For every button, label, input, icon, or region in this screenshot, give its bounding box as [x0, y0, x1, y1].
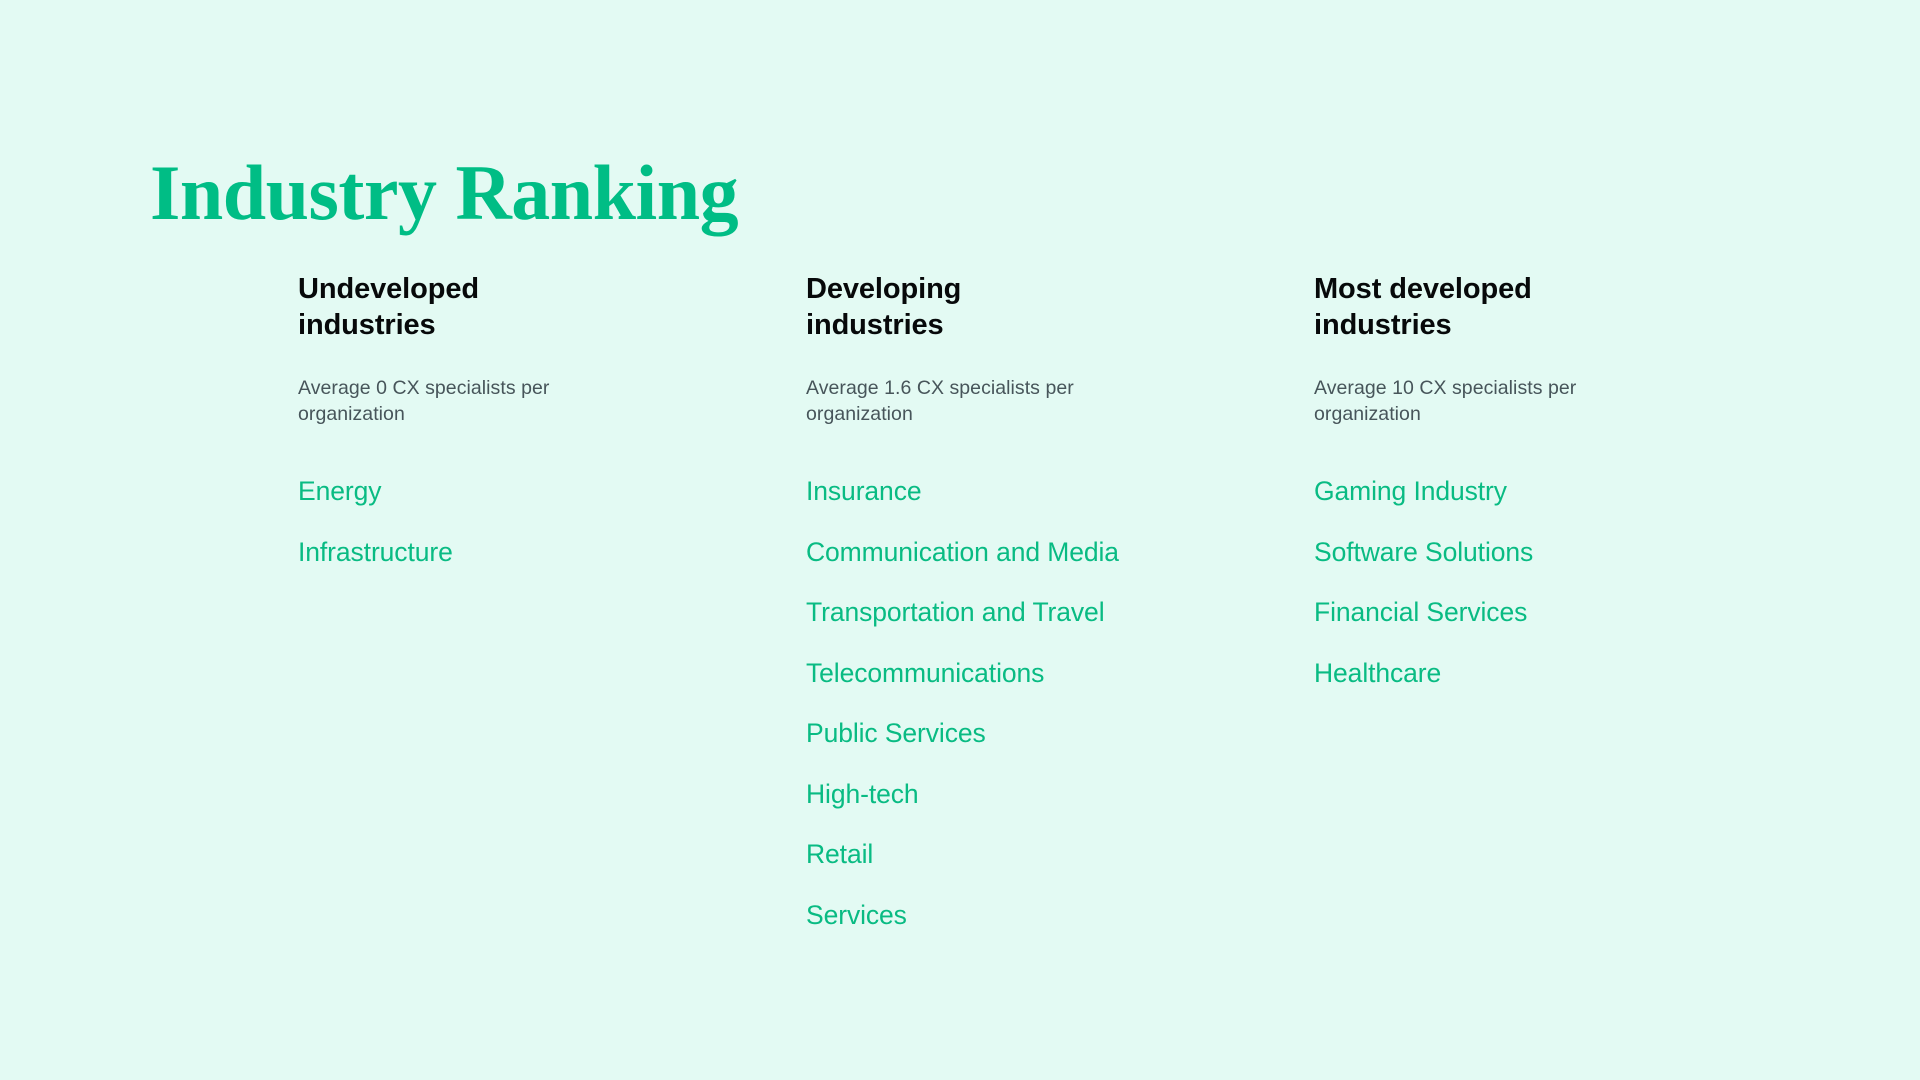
list-item: Gaming Industry — [1314, 476, 1507, 507]
column-subtitle: Average 1.6 CX specialists per organizat… — [806, 376, 1074, 425]
list-item: Healthcare — [1314, 657, 1442, 688]
list-item: Services — [806, 899, 907, 930]
list-item: Infrastructure — [298, 536, 453, 567]
column-subtitle: Average 0 CX specialists per organizatio… — [298, 376, 550, 425]
list-item: Insurance — [806, 476, 922, 507]
page-title: Industry Ranking — [150, 149, 739, 237]
list-item: Transportation and Travel — [806, 597, 1105, 628]
slide-root: Industry Ranking Undeveloped industries … — [0, 0, 1920, 1080]
column-subtitle: Average 10 CX specialists per organizati… — [1314, 376, 1577, 425]
list-item: Telecommunications — [806, 657, 1045, 688]
list-item: High-tech — [806, 778, 919, 809]
list-item: Communication and Media — [806, 536, 1119, 567]
list-item: Energy — [298, 476, 382, 507]
list-item: Retail — [806, 839, 874, 870]
list-item: Software Solutions — [1314, 536, 1534, 567]
column-heading: Most developed industries — [1314, 273, 1532, 341]
industry-list: Insurance Communication and Media Transp… — [806, 427, 1274, 928]
column-heading: Undeveloped industries — [298, 273, 479, 341]
list-item: Financial Services — [1314, 597, 1528, 628]
industry-column-most-developed: Most developed industries Average 10 CX … — [1314, 272, 1822, 686]
industry-list: Gaming Industry Software Solutions Finan… — [1314, 427, 1782, 686]
industry-column-undeveloped: Undeveloped industries Average 0 CX spec… — [298, 272, 806, 565]
industry-list: Energy Infrastructure — [298, 427, 766, 565]
industry-column-developing: Developing industries Average 1.6 CX spe… — [806, 272, 1314, 928]
industry-columns: Undeveloped industries Average 0 CX spec… — [298, 272, 1858, 928]
column-heading: Developing industries — [806, 273, 962, 341]
list-item: Public Services — [806, 718, 986, 749]
